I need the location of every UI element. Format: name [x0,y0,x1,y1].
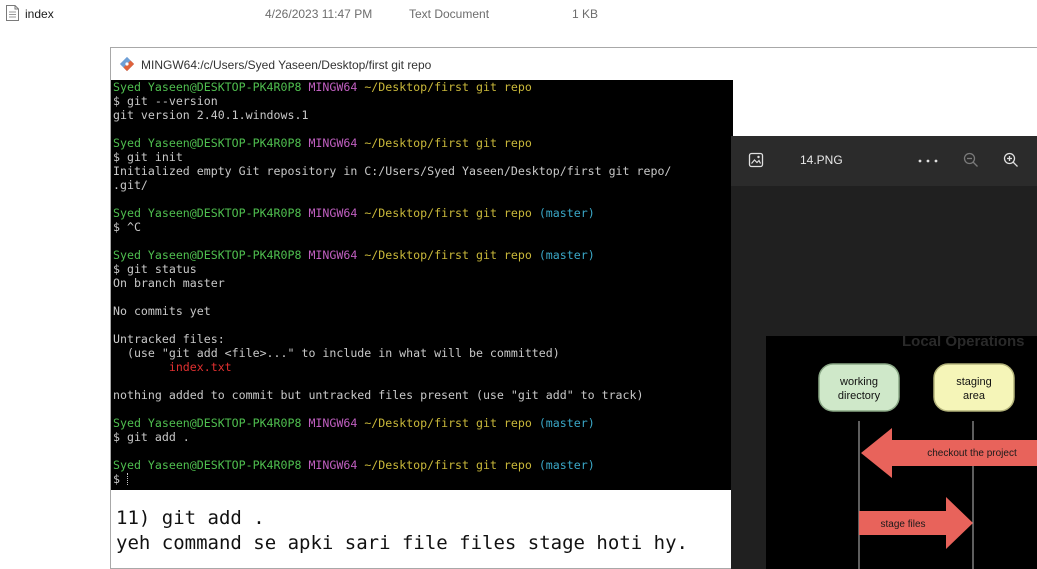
zoom-in-icon[interactable] [1003,152,1019,168]
terminal-titlebar[interactable]: MINGW64:/c/Users/Syed Yaseen/Desktop/fir… [111,48,1037,80]
command-line: $ git status [113,262,197,276]
prompt-line: Syed Yaseen@DESKTOP-PK4R0P8 MINGW64 ~/De… [113,458,733,472]
output-line: .git/ [113,178,148,192]
prompt-user: Syed Yaseen@DESKTOP-PK4R0P8 [113,206,302,220]
output-line: nothing added to commit but untracked fi… [113,388,644,402]
prompt-line: Syed Yaseen@DESKTOP-PK4R0P8 MINGW64 ~/De… [113,206,733,220]
prompt-line: Syed Yaseen@DESKTOP-PK4R0P8 MINGW64 ~/De… [113,80,733,94]
prompt-line: Syed Yaseen@DESKTOP-PK4R0P8 MINGW64 ~/De… [113,136,733,150]
output-line: Initialized empty Git repository in C:/U… [113,164,672,178]
terminal-output[interactable]: Syed Yaseen@DESKTOP-PK4R0P8 MINGW64 ~/De… [111,80,733,490]
output-line: No commits yet [113,304,211,318]
box-working-directory-line2: directory [838,390,881,402]
command-line: $ git init [113,150,183,164]
image-viewer-window[interactable]: 14.PNG Local Operations working director… [731,136,1037,569]
prompt-user: Syed Yaseen@DESKTOP-PK4R0P8 [113,416,302,430]
git-operations-diagram: Local Operations working directory stagi… [766,336,1037,569]
prompt-shell: MINGW64 [308,80,358,94]
prompt-path: ~/Desktop/first git repo [364,206,532,220]
file-date: 4/26/2023 11:47 PM [265,7,373,21]
checkout-label: checkout the project [927,448,1017,459]
prompt-shell: MINGW64 [308,416,358,430]
zoom-out-icon[interactable] [963,152,979,168]
viewer-toolbar: 14.PNG [731,136,1037,186]
image-icon[interactable] [748,152,764,168]
file-row-index[interactable]: index 4/26/2023 11:47 PM Text Document 1… [0,0,1037,28]
text-file-icon [6,5,19,21]
prompt-user: Syed Yaseen@DESKTOP-PK4R0P8 [113,136,302,150]
prompt-path: ~/Desktop/first git repo [364,416,532,430]
prompt-user: Syed Yaseen@DESKTOP-PK4R0P8 [113,248,302,262]
prompt-user: Syed Yaseen@DESKTOP-PK4R0P8 [113,458,302,472]
prompt-path: ~/Desktop/first git repo [364,136,532,150]
prompt-shell: MINGW64 [308,136,358,150]
command-line: $ git add . [113,430,190,444]
untracked-file: index.txt [113,360,232,374]
command-line: $ ^C [113,220,141,234]
box-staging-area-line1: staging [956,376,991,388]
prompt-path: ~/Desktop/first git repo [364,458,532,472]
command-line: $ git --version [113,94,218,108]
output-line: (use "git add <file>..." to include in w… [113,346,560,360]
input-line[interactable]: $ [113,472,733,486]
prompt-path: ~/Desktop/first git repo [364,80,532,94]
prompt-user: Syed Yaseen@DESKTOP-PK4R0P8 [113,80,302,94]
more-icon[interactable] [917,152,939,168]
output-line: Untracked files: [113,332,225,346]
git-bash-icon [119,56,135,72]
viewer-filename: 14.PNG [800,153,843,167]
diagram-heading: Local Operations [902,336,1025,350]
file-type: Text Document [409,7,490,21]
prompt-line: Syed Yaseen@DESKTOP-PK4R0P8 MINGW64 ~/De… [113,416,733,430]
output-line: On branch master [113,276,225,290]
output-line: git version 2.40.1.windows.1 [113,108,309,122]
prompt-shell: MINGW64 [308,248,358,262]
command-line: $ [113,472,127,486]
note-line-2: yeh command se apki sari file files stag… [116,532,688,554]
prompt-branch: (master) [538,206,595,220]
box-staging-area-line2: area [963,390,986,402]
annotation-note: 11) git add . yeh command se apki sari fi… [116,506,688,556]
prompt-shell: MINGW64 [308,458,358,472]
box-working-directory-line1: working [839,376,878,388]
file-name: index [25,7,54,21]
file-size: 1 KB [572,7,599,21]
prompt-branch: (master) [538,248,595,262]
prompt-line: Syed Yaseen@DESKTOP-PK4R0P8 MINGW64 ~/De… [113,248,733,262]
prompt-shell: MINGW64 [308,206,358,220]
terminal-title: MINGW64:/c/Users/Syed Yaseen/Desktop/fir… [141,58,432,72]
stage-files-label: stage files [880,519,925,530]
text-cursor [126,473,129,485]
prompt-branch: (master) [538,458,595,472]
prompt-branch: (master) [538,416,595,430]
note-line-1: 11) git add . [116,507,265,529]
prompt-path: ~/Desktop/first git repo [364,248,532,262]
